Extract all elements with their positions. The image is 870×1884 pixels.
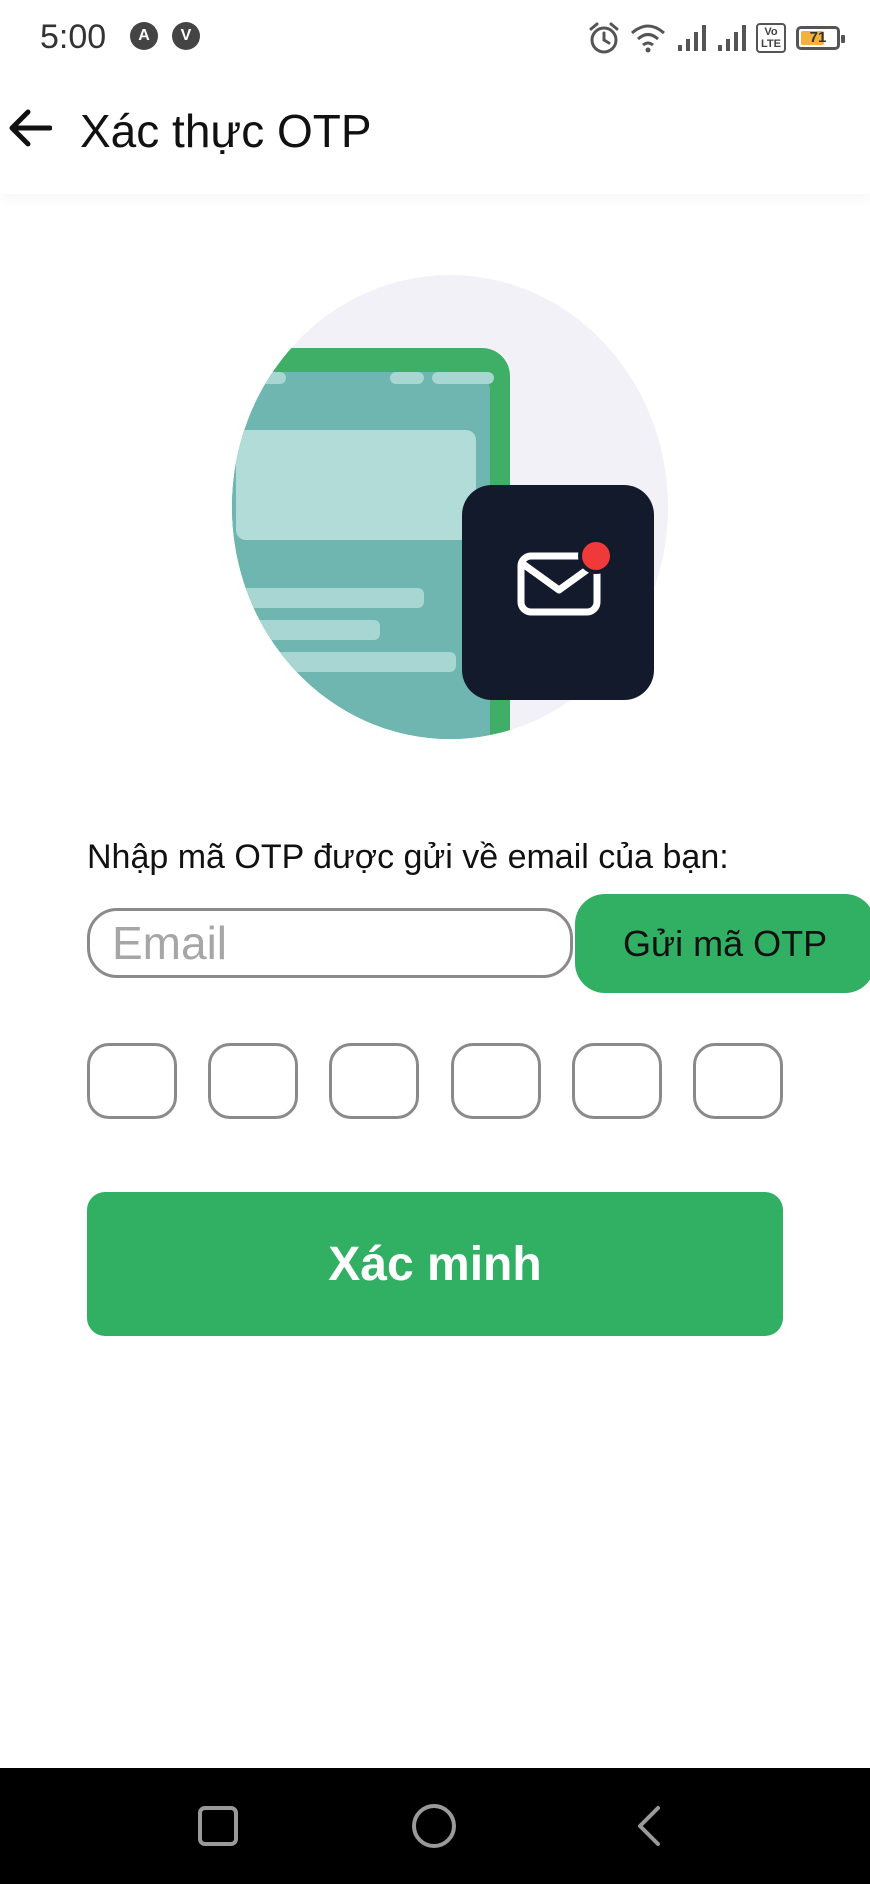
recents-icon [198, 1806, 238, 1846]
send-otp-button[interactable]: Gửi mã OTP [575, 894, 870, 993]
otp-digit-1[interactable] [87, 1043, 177, 1119]
recents-button[interactable] [188, 1796, 248, 1856]
back-icon [638, 1806, 660, 1846]
alarm-icon [589, 22, 619, 54]
otp-instruction: Nhập mã OTP được gửi về email của bạn: [87, 838, 729, 876]
home-icon [412, 1804, 456, 1848]
otp-code-inputs [87, 1043, 783, 1119]
page-title: Xác thực OTP [80, 105, 372, 157]
wifi-icon [631, 24, 666, 53]
otp-digit-3[interactable] [329, 1043, 420, 1119]
status-bar: 5:00 A V Vo LTE 71 [0, 0, 870, 74]
otp-illustration [200, 272, 670, 742]
app-header: Xác thực OTP [0, 74, 870, 194]
phone-mail-illustration [232, 275, 668, 739]
back-button[interactable] [0, 98, 60, 158]
email-input[interactable] [87, 908, 573, 978]
verify-button[interactable]: Xác minh [87, 1192, 783, 1336]
volte-icon: Vo LTE [756, 23, 786, 53]
back-arrow-icon [9, 109, 52, 147]
battery-icon: 71 [796, 26, 845, 50]
battery-level: 71 [809, 29, 827, 46]
otp-digit-5[interactable] [571, 1043, 662, 1119]
system-nav-bar [0, 1768, 870, 1884]
status-indicators: Vo LTE 71 [588, 18, 845, 58]
signal-icon [718, 25, 747, 51]
nav-back-button[interactable] [620, 1796, 680, 1856]
signal-icon [678, 25, 707, 51]
status-app-icon: A [130, 22, 158, 50]
status-time: 5:00 [40, 18, 107, 56]
home-button[interactable] [404, 1796, 464, 1856]
status-app-icon: V [172, 22, 200, 50]
otp-digit-4[interactable] [450, 1043, 541, 1119]
otp-digit-6[interactable] [692, 1043, 783, 1119]
otp-digit-2[interactable] [208, 1043, 299, 1119]
